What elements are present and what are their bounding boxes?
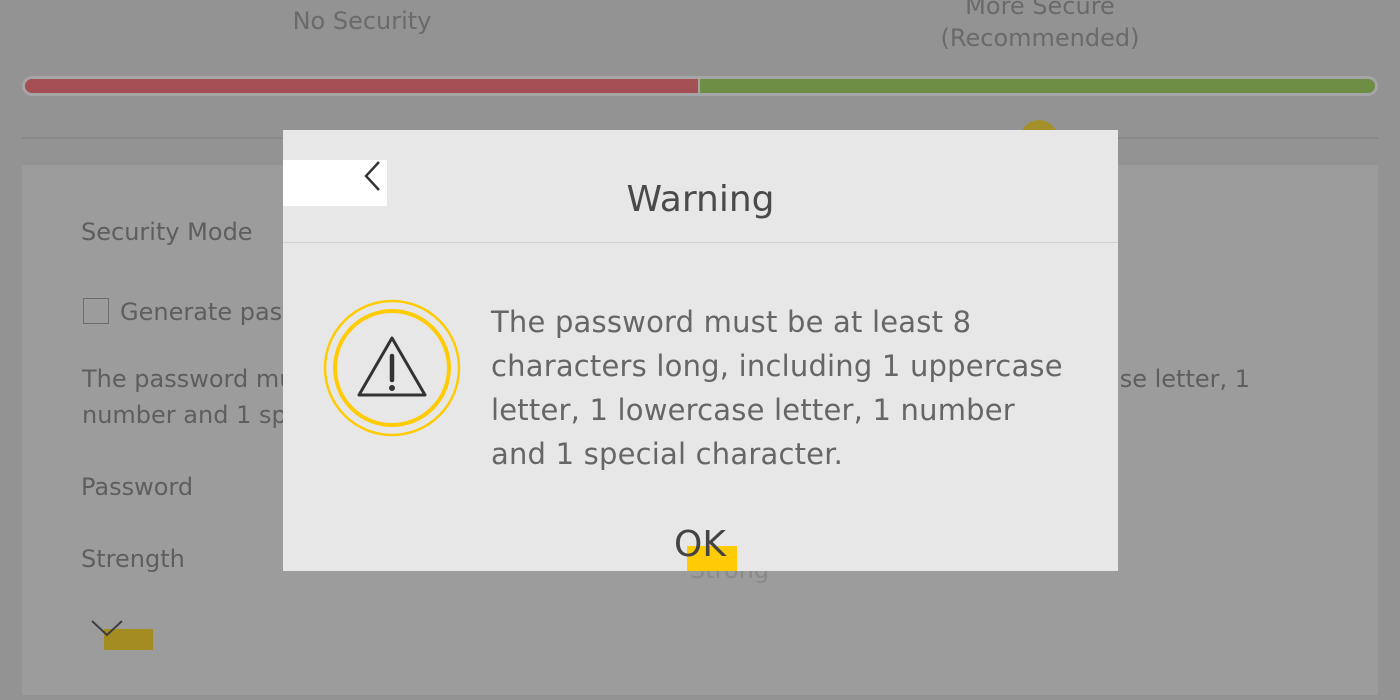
dialog-message: The password must be at least 8 characte…	[491, 305, 1063, 471]
warning-triangle-icon	[323, 299, 461, 437]
password-hint-line1: The password mu	[82, 365, 295, 393]
password-hint-right: ase letter, 1	[1105, 365, 1251, 393]
password-hint-line2: number and 1 sp	[82, 401, 287, 429]
dialog-title-divider	[283, 242, 1118, 243]
dialog-title: Warning	[626, 179, 775, 220]
ok-button[interactable]: OK	[655, 522, 745, 568]
level-recommended: (Recommended)	[940, 24, 1140, 52]
security-mode-label: Security Mode	[81, 218, 253, 246]
generate-password-label: Generate pas	[120, 298, 283, 326]
chevron-down-icon[interactable]	[90, 618, 124, 638]
security-level-low-segment	[25, 79, 698, 93]
password-label: Password	[81, 473, 194, 501]
strength-label: Strength	[81, 545, 185, 573]
generate-password-checkbox[interactable]	[83, 298, 109, 324]
level-no-security: No Security	[292, 7, 432, 35]
security-level-high-segment	[700, 79, 1375, 93]
